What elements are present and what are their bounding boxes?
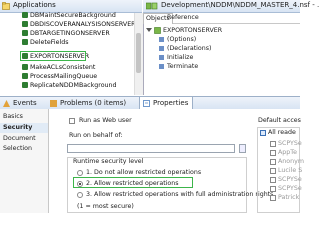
tree-root-label: EXPORTONSERVER bbox=[163, 27, 223, 34]
access-item-label: AppTe bbox=[278, 149, 297, 156]
problems-icon bbox=[50, 100, 57, 107]
agent-icon bbox=[22, 73, 28, 79]
access-item-label: Lucile S bbox=[278, 167, 303, 174]
lotusscript-icon bbox=[159, 64, 164, 69]
tree-item-label: MakeACLsConsistent bbox=[30, 64, 96, 71]
agent-icon bbox=[22, 82, 28, 88]
tree-item[interactable]: DeleteFields bbox=[22, 38, 69, 47]
applications-panel: Applications DBMaintSecureBackground DBD… bbox=[0, 0, 143, 95]
properties-content: Run as Web user Run on behalf of: Runtim… bbox=[49, 109, 304, 213]
tree-item-label: DeleteFields bbox=[30, 39, 69, 46]
agent-icon bbox=[22, 21, 28, 27]
tab-events[interactable]: Events bbox=[3, 97, 43, 109]
tab-properties[interactable]: Properties bbox=[139, 97, 193, 109]
run-as-web-user-checkbox[interactable] bbox=[69, 118, 75, 124]
selection-highlight bbox=[73, 177, 193, 188]
tree-item[interactable]: ReplicateNDDMBackground bbox=[22, 81, 117, 90]
tree-item-label: DBDISCOVERANALYSISONSERVER bbox=[30, 21, 136, 28]
applications-icon bbox=[2, 2, 10, 10]
agent-icon bbox=[146, 2, 158, 10]
nav-basics[interactable]: Basics bbox=[0, 112, 48, 122]
default-access-label: Default acces bbox=[258, 117, 301, 124]
editor-tab[interactable]: Development\NDDM\NDDM_MASTER_4.nsf - ... bbox=[143, 0, 320, 13]
access-item-checkbox[interactable] bbox=[270, 141, 276, 147]
collapse-icon[interactable] bbox=[146, 28, 153, 34]
applications-title: Applications bbox=[13, 1, 56, 9]
option-3-label: 3. Allow restricted operations with full… bbox=[86, 191, 274, 198]
nav-document-selection[interactable]: Document Selection bbox=[0, 134, 48, 152]
agent-icon bbox=[22, 39, 28, 45]
events-icon bbox=[3, 100, 10, 107]
tree-item-label: DBTARGETINGONSERVER bbox=[30, 30, 110, 37]
security-note: (1 = most secure) bbox=[77, 203, 134, 210]
access-item-checkbox[interactable] bbox=[270, 195, 276, 201]
access-item-label: SCPYSe bbox=[278, 185, 302, 192]
run-on-behalf-label: Run on behalf of: bbox=[69, 132, 123, 139]
tree-item-label: DBMaintSecureBackground bbox=[30, 12, 116, 19]
option-1-label: 1. Do not allow restricted operations bbox=[86, 169, 202, 176]
all-readers-label: All reade bbox=[268, 129, 296, 136]
nav-security[interactable]: Security bbox=[0, 123, 48, 133]
option-1-radio[interactable] bbox=[77, 170, 83, 176]
access-item-label: SCPYSe bbox=[278, 176, 302, 183]
lotusscript-icon bbox=[159, 46, 164, 51]
vertical-scrollbar[interactable] bbox=[134, 13, 143, 95]
agent-icon bbox=[22, 30, 28, 36]
properties-icon bbox=[143, 100, 150, 107]
browse-button[interactable] bbox=[239, 144, 246, 153]
agent-icon bbox=[154, 27, 161, 34]
editor-subtabs: Objects Reference bbox=[143, 13, 300, 24]
access-item-checkbox[interactable] bbox=[270, 159, 276, 165]
runtime-security-title: Runtime security level bbox=[73, 158, 144, 165]
access-item-label: Anonym bbox=[278, 158, 305, 165]
access-item-checkbox[interactable] bbox=[270, 168, 276, 174]
tree-item[interactable]: ProcessMailingQueue bbox=[22, 72, 98, 81]
properties-nav: Basics Security Document Selection bbox=[0, 109, 49, 213]
tab-reference[interactable]: Reference bbox=[165, 13, 201, 23]
option-3-radio[interactable] bbox=[77, 192, 83, 198]
tree-item-label: ReplicateNDDMBackground bbox=[30, 82, 117, 89]
scrollbar-thumb[interactable] bbox=[136, 33, 141, 73]
access-item-label: Patrick bbox=[278, 194, 300, 201]
all-readers-checkbox[interactable] bbox=[260, 130, 266, 136]
run-as-web-user-label: Run as Web user bbox=[79, 117, 132, 124]
tree-item[interactable]: DBMaintSecureBackground bbox=[22, 11, 116, 20]
access-item-checkbox[interactable] bbox=[270, 186, 276, 192]
tab-problems[interactable]: Problems (0 items) bbox=[50, 97, 130, 109]
tree-item[interactable]: DBDISCOVERANALYSISONSERVER bbox=[22, 20, 136, 29]
lotusscript-icon bbox=[159, 55, 164, 60]
access-item-label: SCPYSe bbox=[278, 140, 302, 147]
access-item-checkbox[interactable] bbox=[270, 150, 276, 156]
access-item-checkbox[interactable] bbox=[270, 177, 276, 183]
tree-item-label: ProcessMailingQueue bbox=[30, 73, 98, 80]
tree-item[interactable]: MakeACLsConsistent bbox=[22, 63, 96, 72]
run-on-behalf-field[interactable] bbox=[67, 144, 235, 153]
tree-item[interactable]: DBTARGETINGONSERVER bbox=[22, 29, 110, 38]
bottom-tab-bar: Events Problems (0 items) Properties bbox=[0, 96, 300, 110]
editor-tab-title: Development\NDDM\NDDM_MASTER_4.nsf - ... bbox=[161, 1, 320, 9]
agent-icon bbox=[22, 12, 28, 18]
selection-highlight bbox=[20, 51, 86, 61]
agent-icon bbox=[22, 64, 28, 70]
lotusscript-icon bbox=[159, 37, 164, 42]
applications-tree: DBMaintSecureBackground DBDISCOVERANALYS… bbox=[0, 11, 136, 95]
